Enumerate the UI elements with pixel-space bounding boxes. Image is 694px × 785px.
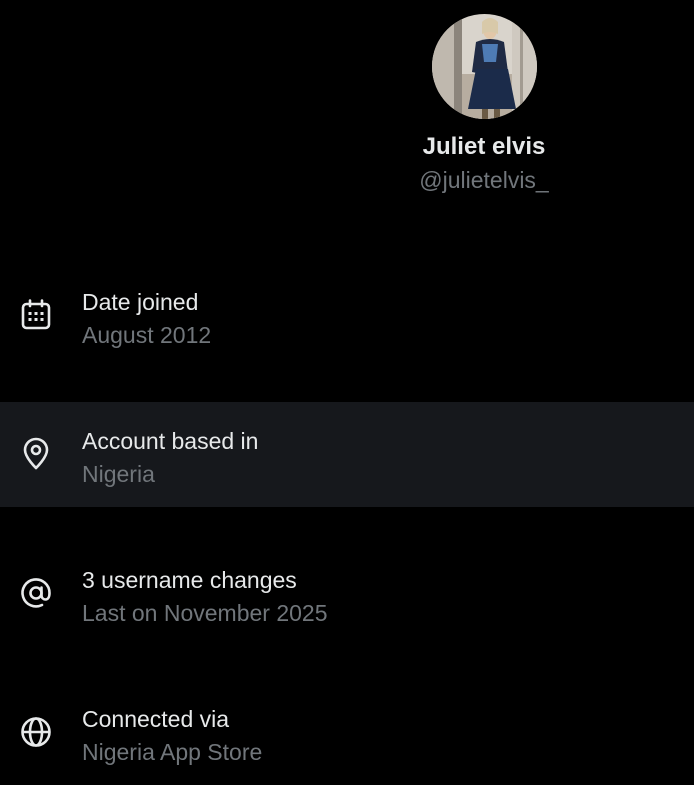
info-row-date-joined: Date joined August 2012 bbox=[0, 263, 694, 368]
avatar[interactable] bbox=[431, 14, 537, 119]
info-row-subtitle: August 2012 bbox=[82, 322, 212, 348]
info-row-title: Account based in bbox=[82, 428, 259, 454]
profile-header: Juliet elvis @julietelvis_ bbox=[414, 14, 554, 194]
info-row-username-changes: 3 username changes Last on November 2025 bbox=[0, 541, 694, 646]
calendar-icon bbox=[18, 297, 54, 333]
info-row-title: 3 username changes bbox=[82, 567, 297, 593]
info-row-title: Date joined bbox=[82, 289, 199, 315]
info-row-subtitle: Last on November 2025 bbox=[82, 600, 328, 626]
avatar-photo bbox=[431, 14, 537, 119]
at-sign-icon bbox=[18, 575, 54, 611]
info-row-subtitle: Nigeria bbox=[82, 461, 155, 487]
location-pin-icon bbox=[18, 436, 54, 472]
info-row-title: Connected via bbox=[82, 706, 230, 732]
globe-icon bbox=[18, 714, 54, 750]
info-row-account-based-in[interactable]: Account based in Nigeria bbox=[0, 402, 694, 507]
info-row-connected-via: Connected via Nigeria App Store bbox=[0, 680, 694, 785]
username-handle: @julietelvis_ bbox=[419, 167, 549, 193]
info-row-subtitle: Nigeria App Store bbox=[82, 739, 263, 765]
display-name: Juliet elvis bbox=[422, 133, 546, 160]
